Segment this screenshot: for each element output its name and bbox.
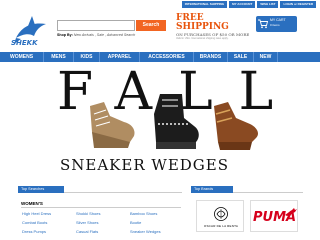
brand-puma[interactable]: PUMA	[250, 200, 298, 232]
womens-divider	[21, 207, 181, 208]
promo-line2: SHIPPING	[176, 22, 229, 32]
oscar-crest-icon	[214, 207, 228, 221]
search-input[interactable]	[57, 20, 135, 31]
cart-count: 0 items	[270, 23, 280, 27]
search-link[interactable]: High Heel Dress	[22, 211, 51, 216]
nav-mens[interactable]: MENS	[44, 52, 74, 62]
nav-apparel[interactable]: APPAREL	[100, 52, 140, 62]
nav-accessories[interactable]: ACCESSORIES	[140, 52, 194, 62]
nav-sale[interactable]: SALE	[228, 52, 254, 62]
login-register-link[interactable]: LOGIN or REGISTER	[280, 1, 316, 8]
search-link[interactable]: Bamboo Shoes	[130, 211, 157, 216]
brand1-name: OSCAR DE LA RENTA	[203, 224, 239, 228]
black-studded-sneaker-image	[154, 94, 199, 149]
brown-sneaker-wedge-image	[214, 102, 258, 150]
nav-womens[interactable]: WOMENS	[0, 52, 44, 62]
search-link[interactable]: Bootie	[130, 220, 141, 225]
hero-subhead: SNEAKER WEDGES	[60, 156, 230, 174]
brand-oscar-de-la-renta[interactable]: OSCAR DE LA RENTA	[196, 200, 244, 232]
cart-button[interactable]: MY CART 0 items	[256, 16, 297, 32]
top-brands-divider	[233, 192, 303, 193]
search-link[interactable]: Combat Boots	[22, 220, 47, 225]
puma-cat-icon	[285, 208, 297, 216]
search-link[interactable]: Shokki Shoes	[76, 211, 100, 216]
shop-by: Shop By: New Arrivals , Sale , Advanced …	[57, 33, 135, 37]
search-link[interactable]: Silver Shoes	[76, 220, 98, 225]
top-brands-header: Top Brands	[191, 186, 233, 193]
free-shipping-promo: FREE SHIPPING ON PURCHASES OF $50 OR MOR…	[176, 14, 258, 41]
international-shipping-link[interactable]: INTERNATIONAL SHIPPING	[181, 1, 228, 8]
hero-banner[interactable]: FALL SNEAKER WEDGES	[0, 62, 320, 180]
shop-by-links[interactable]: New Arrivals , Sale , Advanced Search	[74, 33, 135, 37]
cart-label: MY CART	[270, 18, 286, 22]
cart-icon	[258, 19, 268, 29]
utility-links: INTERNATIONAL SHIPPING MY ACCOUNT WISH L…	[181, 1, 316, 8]
tan-sneaker-wedge-image	[90, 102, 135, 148]
main-nav: WOMENS MENS KIDS APPAREL ACCESSORIES BRA…	[0, 52, 320, 62]
nav-brands[interactable]: BRANDS	[194, 52, 228, 62]
search-button[interactable]: Search	[136, 20, 166, 31]
utility-bar: INTERNATIONAL SHIPPING MY ACCOUNT WISH L…	[0, 0, 320, 9]
wish-list-link[interactable]: WISH LIST	[257, 1, 279, 8]
promo-note: Valid in USA. International shipping rat…	[176, 37, 229, 40]
nav-kids[interactable]: KIDS	[74, 52, 100, 62]
nav-new[interactable]: NEW	[254, 52, 278, 62]
shop-by-label: Shop By:	[57, 33, 73, 37]
womens-category-label: WOMEN'S	[21, 201, 43, 206]
my-account-link[interactable]: MY ACCOUNT	[229, 1, 256, 8]
top-searches-divider	[64, 192, 182, 193]
search-link[interactable]: Casual Flats	[76, 229, 98, 234]
search-link[interactable]: Dress Pumps	[22, 229, 46, 234]
top-searches-header: Top Searches	[18, 186, 64, 193]
logo-text: SHEKK	[11, 39, 38, 47]
search-link[interactable]: Sneaker Wedges	[130, 229, 161, 234]
